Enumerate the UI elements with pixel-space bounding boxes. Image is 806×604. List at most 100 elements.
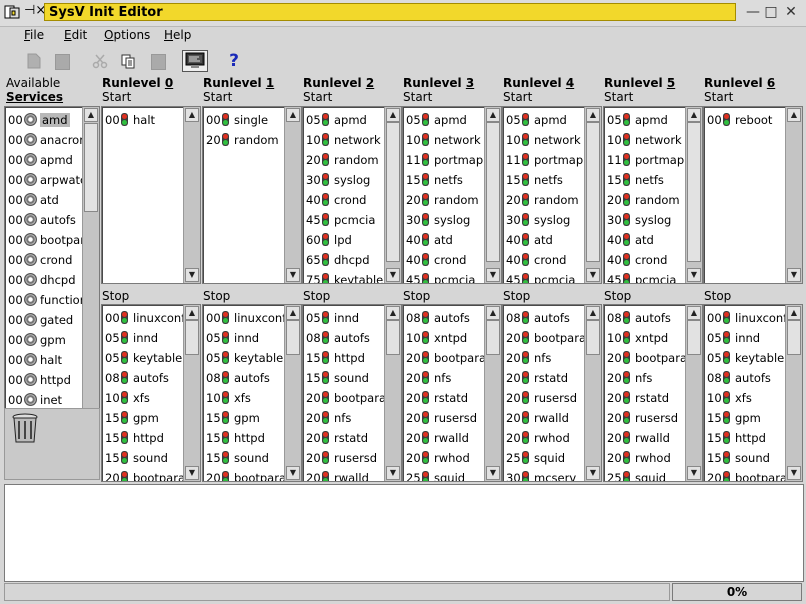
- list-item[interactable]: 00 apmd: [6, 150, 82, 170]
- scroll-down-arrow[interactable]: ▼: [486, 466, 500, 480]
- save-button[interactable]: [50, 50, 74, 72]
- list-item[interactable]: 00 linuxconf: [705, 308, 785, 328]
- menu-help[interactable]: Help: [164, 28, 191, 42]
- app-window-icon[interactable]: [4, 4, 20, 20]
- scroll-thumb[interactable]: [84, 123, 98, 212]
- list-item[interactable]: 05 apmd: [304, 110, 384, 130]
- list-item[interactable]: 05 keytable: [705, 348, 785, 368]
- list-item[interactable]: 30 syslog: [605, 210, 685, 230]
- list-scrollbar[interactable]: ▲ ▼: [384, 305, 401, 481]
- runlevel-5-start-list[interactable]: 05 apmd 10 network 11 portmap 15 netfs 20 random 3…: [603, 106, 703, 284]
- scroll-up-arrow[interactable]: ▲: [185, 306, 199, 320]
- runlevel-4-start-list[interactable]: 05 apmd 10 network 11 portmap 15 netfs 20 random 3…: [502, 106, 602, 284]
- runlevel-3-stop-list[interactable]: 08 autofs 10 xntpd 20 bootparamd 20 nfs 20 rstatd…: [402, 304, 502, 482]
- list-item[interactable]: 15 gpm: [204, 408, 284, 428]
- list-item[interactable]: 00 autofs: [6, 210, 82, 230]
- list-item[interactable]: 10 xntpd: [404, 328, 484, 348]
- list-item[interactable]: 08 autofs: [103, 368, 183, 388]
- scroll-down-arrow[interactable]: ▼: [586, 268, 600, 282]
- list-item[interactable]: 00 bootparamd: [6, 230, 82, 250]
- scroll-up-arrow[interactable]: ▲: [586, 306, 600, 320]
- list-item[interactable]: 15 netfs: [404, 170, 484, 190]
- scroll-up-arrow[interactable]: ▲: [84, 108, 98, 122]
- runlevel-6-start-list[interactable]: 00 reboot ▲ ▼: [703, 106, 803, 284]
- list-item[interactable]: 15 netfs: [605, 170, 685, 190]
- list-item[interactable]: 05 apmd: [605, 110, 685, 130]
- runlevel-5-stop-list[interactable]: 08 autofs 10 xntpd 20 bootparamd 20 nfs 20 rstatd…: [603, 304, 703, 482]
- list-item[interactable]: 00 linuxconf: [204, 308, 284, 328]
- list-item[interactable]: 20 bootparamd: [504, 328, 584, 348]
- list-item[interactable]: 20 nfs: [304, 408, 384, 428]
- list-item[interactable]: 15 netfs: [504, 170, 584, 190]
- scroll-up-arrow[interactable]: ▲: [286, 306, 300, 320]
- list-item[interactable]: 20 bootparamd: [103, 468, 183, 481]
- list-item[interactable]: 25 squid: [504, 448, 584, 468]
- list-item[interactable]: 20 bootparamd: [705, 468, 785, 481]
- list-item[interactable]: 60 lpd: [304, 230, 384, 250]
- list-item[interactable]: 05 apmd: [404, 110, 484, 130]
- list-item[interactable]: 20 nfs: [605, 368, 685, 388]
- list-item[interactable]: 05 innd: [103, 328, 183, 348]
- scroll-thumb[interactable]: [586, 320, 600, 355]
- list-item[interactable]: 20 bootparamd: [204, 468, 284, 481]
- scroll-thumb[interactable]: [687, 122, 701, 262]
- list-item[interactable]: 00 halt: [6, 350, 82, 370]
- list-item[interactable]: 40 crond: [304, 190, 384, 210]
- scroll-down-arrow[interactable]: ▼: [286, 268, 300, 282]
- list-item[interactable]: 10 xfs: [705, 388, 785, 408]
- list-item[interactable]: 20 random: [204, 130, 284, 150]
- scroll-down-arrow[interactable]: ▼: [586, 466, 600, 480]
- list-scrollbar[interactable]: ▲ ▼: [484, 305, 501, 481]
- scroll-thumb[interactable]: [386, 122, 400, 262]
- scroll-down-arrow[interactable]: ▼: [787, 268, 801, 282]
- list-item[interactable]: 15 httpd: [204, 428, 284, 448]
- list-item[interactable]: 45 pcmcia: [605, 270, 685, 283]
- copy-button[interactable]: [116, 50, 140, 72]
- runlevel-1-start-list[interactable]: 00 single 20 random ▲ ▼: [202, 106, 302, 284]
- list-item[interactable]: 20 rwalld: [605, 428, 685, 448]
- scroll-up-arrow[interactable]: ▲: [687, 306, 701, 320]
- list-item[interactable]: 00 functions: [6, 290, 82, 310]
- list-item[interactable]: 05 innd: [705, 328, 785, 348]
- list-item[interactable]: 10 xfs: [103, 388, 183, 408]
- list-item[interactable]: 45 pcmcia: [504, 270, 584, 283]
- list-item[interactable]: 20 rusersd: [504, 388, 584, 408]
- list-item[interactable]: 20 bootparamd: [404, 348, 484, 368]
- list-scrollbar[interactable]: ▲ ▼: [284, 107, 301, 283]
- scroll-down-arrow[interactable]: ▼: [687, 466, 701, 480]
- list-item[interactable]: 10 network: [504, 130, 584, 150]
- list-item[interactable]: 15 httpd: [103, 428, 183, 448]
- list-scrollbar[interactable]: ▲ ▼: [384, 107, 401, 283]
- list-scrollbar[interactable]: ▲ ▼: [785, 107, 802, 283]
- scroll-down-arrow[interactable]: ▼: [687, 268, 701, 282]
- runlevel-4-stop-list[interactable]: 08 autofs 20 bootparamd 20 nfs 20 rstatd 20 ruser…: [502, 304, 602, 482]
- runlevel-2-stop-list[interactable]: 05 innd 08 autofs 15 httpd 15 sound 20 bootparamd…: [302, 304, 402, 482]
- list-item[interactable]: 20 rwalld: [304, 468, 384, 481]
- list-scrollbar[interactable]: ▲ ▼: [785, 305, 802, 481]
- list-item[interactable]: 15 httpd: [705, 428, 785, 448]
- list-item[interactable]: 20 rusersd: [605, 408, 685, 428]
- list-item[interactable]: 10 network: [304, 130, 384, 150]
- list-item[interactable]: 20 nfs: [404, 368, 484, 388]
- list-item[interactable]: 00 atd: [6, 190, 82, 210]
- list-item[interactable]: 00 linuxconf: [103, 308, 183, 328]
- runlevel-0-stop-list[interactable]: 00 linuxconf 05 innd 05 keytable 08 autofs 10 xfs…: [101, 304, 201, 482]
- scroll-up-arrow[interactable]: ▲: [185, 108, 199, 122]
- list-item[interactable]: 05 innd: [304, 308, 384, 328]
- list-item[interactable]: 40 crond: [605, 250, 685, 270]
- list-item[interactable]: 08 autofs: [504, 308, 584, 328]
- list-item[interactable]: 00 inet: [6, 390, 82, 410]
- list-item[interactable]: 11 portmap: [605, 150, 685, 170]
- list-item[interactable]: 20 nfs: [504, 348, 584, 368]
- list-scrollbar[interactable]: ▲ ▼: [484, 107, 501, 283]
- list-item[interactable]: 00 anacron: [6, 130, 82, 150]
- menu-file[interactable]: File: [24, 28, 44, 42]
- list-item[interactable]: 20 rusersd: [304, 448, 384, 468]
- available-scrollbar[interactable]: ▲ ▼: [82, 107, 99, 433]
- list-item[interactable]: 08 autofs: [204, 368, 284, 388]
- list-scrollbar[interactable]: ▲ ▼: [284, 305, 301, 481]
- list-item[interactable]: 11 portmap: [504, 150, 584, 170]
- list-item[interactable]: 20 bootparamd: [304, 388, 384, 408]
- list-item[interactable]: 20 rusersd: [404, 408, 484, 428]
- scroll-down-arrow[interactable]: ▼: [185, 466, 199, 480]
